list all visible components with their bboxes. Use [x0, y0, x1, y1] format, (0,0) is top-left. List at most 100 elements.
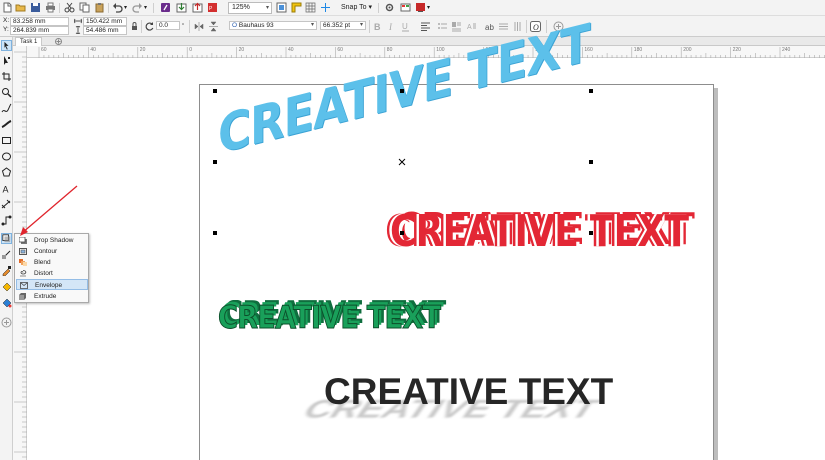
smart-fill-icon[interactable] — [1, 297, 12, 308]
transparency-tool-icon[interactable] — [1, 249, 12, 260]
horizontal-text-icon[interactable] — [498, 21, 509, 32]
font-list-select[interactable]: O Bauhaus 93 ▾ — [229, 21, 317, 30]
connector-tool-icon[interactable] — [1, 215, 12, 226]
menu-item-extrude[interactable]: Extrude — [16, 291, 88, 302]
ellipse-tool-icon[interactable] — [1, 151, 12, 162]
ruler-tick-label: 20 — [238, 47, 245, 53]
zoom-tool-icon[interactable] — [1, 87, 12, 98]
drop-shadow-text-black[interactable]: CREATIVE TEXT — [324, 371, 613, 413]
color-eyedropper-icon[interactable] — [1, 265, 12, 276]
new-document-icon[interactable] — [2, 2, 13, 13]
undo-icon[interactable] — [112, 2, 123, 13]
x-position-field[interactable]: 83.258 mm — [10, 17, 69, 26]
selection-handle[interactable] — [213, 89, 217, 93]
open-folder-icon[interactable] — [15, 2, 26, 13]
width-icon — [74, 18, 82, 24]
copy-icon[interactable] — [79, 2, 90, 13]
tab-task-1[interactable]: Task 1 — [15, 37, 43, 46]
export-icon[interactable] — [192, 2, 203, 13]
property-bar: X: 83.258 mm Y: 264.839 mm 150.422 mm 54… — [0, 16, 825, 37]
rectangle-tool-icon[interactable] — [1, 135, 12, 146]
rotation-angle-field[interactable]: 0.0 — [156, 21, 180, 30]
rotation-center-icon[interactable] — [398, 158, 406, 166]
crop-tool-icon[interactable] — [1, 71, 12, 82]
redo-icon[interactable] — [132, 2, 143, 13]
ruler-tick-label: 80 — [386, 47, 393, 53]
ruler-tick-label: 60 — [337, 47, 343, 53]
document-tab-strip: Task 1 — [13, 37, 825, 46]
underline-icon[interactable]: U — [400, 21, 411, 32]
polygon-tool-icon[interactable] — [1, 167, 12, 178]
rotation-degree-unit: ° — [182, 23, 184, 29]
lock-ratio-icon[interactable] — [131, 22, 138, 30]
add-tool-icon[interactable] — [1, 317, 12, 328]
full-screen-icon[interactable] — [276, 2, 287, 13]
height-field[interactable]: 54.486 mm — [83, 26, 127, 35]
distort-text-red[interactable]: CREATIVE TEXT — [390, 206, 689, 257]
redo-dropdown-icon[interactable]: ▾ — [144, 3, 147, 13]
show-rulers-icon[interactable] — [291, 2, 302, 13]
opentype-font-icon: O — [232, 22, 239, 29]
text-tool-icon[interactable]: A — [1, 183, 12, 195]
edit-text-icon[interactable]: ab — [484, 21, 495, 32]
undo-dropdown-icon[interactable]: ▾ — [124, 3, 127, 13]
selection-handle[interactable] — [589, 89, 593, 93]
bold-icon[interactable]: B — [372, 21, 383, 32]
selection-handle[interactable] — [589, 160, 593, 164]
font-size-select[interactable]: 66.352 pt ▾ — [320, 21, 366, 30]
drop-cap-icon[interactable] — [451, 21, 462, 32]
paste-icon[interactable] — [94, 2, 105, 13]
y-position-field[interactable]: 264.839 mm — [10, 26, 69, 35]
extrude-text-green[interactable]: CREATIVE TEXT — [218, 300, 442, 337]
svg-text:A: A — [467, 24, 472, 31]
snap-to-menu[interactable]: Snap To ▾ — [341, 3, 372, 13]
selection-handle[interactable] — [213, 160, 217, 164]
distort-icon — [20, 270, 27, 277]
save-icon[interactable] — [30, 2, 41, 13]
ruler-tick-label: 200 — [683, 47, 692, 53]
bullet-list-icon[interactable] — [437, 21, 448, 32]
width-field[interactable]: 150.422 mm — [83, 17, 127, 26]
print-icon[interactable] — [45, 2, 56, 13]
mirror-vertical-icon[interactable] — [208, 21, 219, 32]
menu-item-envelope[interactable]: Envelope — [16, 279, 88, 290]
contour-icon — [19, 248, 27, 255]
corel-connect-icon[interactable] — [160, 2, 171, 13]
selection-handle[interactable] — [589, 231, 593, 235]
effects-flyout-menu: Drop Shadow Contour Blend Distort Envelo… — [14, 233, 89, 303]
launcher-dropdown-icon[interactable]: ▾ — [427, 3, 430, 13]
menu-item-blend[interactable]: Blend — [16, 257, 88, 268]
svg-text:U: U — [402, 22, 408, 31]
show-guidelines-icon[interactable] — [320, 2, 331, 13]
new-tab-icon[interactable] — [55, 38, 62, 45]
freehand-tool-icon[interactable] — [1, 103, 12, 114]
text-alignment-icon[interactable] — [420, 21, 431, 32]
ruler-tick-label: 40 — [90, 47, 96, 53]
selection-handle[interactable] — [400, 89, 404, 93]
mirror-horizontal-icon[interactable] — [194, 21, 205, 32]
selection-handle[interactable] — [400, 231, 404, 235]
show-grid-icon[interactable] — [305, 2, 316, 13]
text-properties-icon[interactable]: A — [466, 21, 477, 32]
selection-handle[interactable] — [213, 231, 217, 235]
cut-icon[interactable] — [64, 2, 75, 13]
zoom-level-select[interactable]: 125% ▾ — [228, 2, 272, 14]
italic-icon[interactable]: I — [386, 21, 397, 32]
menu-item-contour[interactable]: Contour — [16, 246, 88, 257]
parallel-dimension-icon[interactable] — [1, 199, 12, 210]
menu-item-drop-shadow[interactable]: Drop Shadow — [16, 235, 88, 246]
application-launcher-icon[interactable] — [400, 2, 411, 13]
menu-item-distort[interactable]: Distort — [16, 268, 88, 279]
x-label: X: — [3, 17, 10, 24]
interactive-fill-icon[interactable] — [1, 281, 12, 292]
artistic-media-icon[interactable] — [1, 119, 12, 130]
options-gear-icon[interactable] — [384, 2, 395, 13]
publish-pdf-icon[interactable]: P — [207, 2, 218, 13]
pick-tool-icon[interactable] — [1, 40, 12, 51]
ruler-tick-label: 20 — [139, 47, 146, 53]
welcome-screen-icon[interactable] — [415, 2, 426, 13]
page-shadow — [714, 88, 718, 460]
interactive-effects-icon[interactable] — [1, 233, 12, 244]
import-icon[interactable] — [176, 2, 187, 13]
shape-tool-icon[interactable] — [1, 55, 12, 66]
